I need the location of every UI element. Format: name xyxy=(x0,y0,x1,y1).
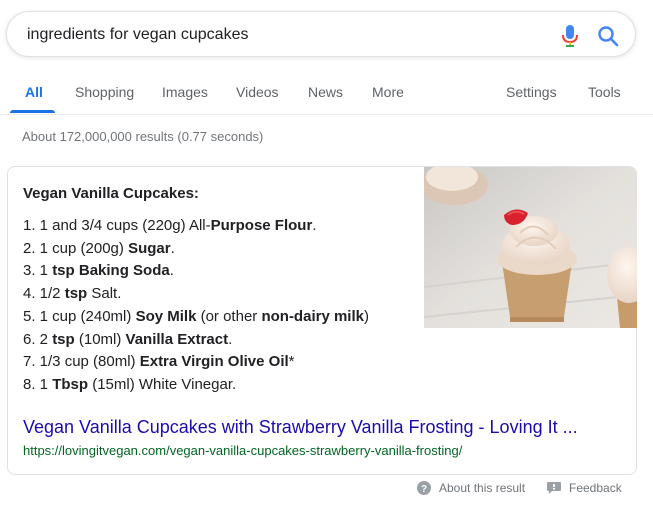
ingredient-text: 7. 1/3 cup (80ml) xyxy=(23,353,140,371)
ingredient-item: 1. 1 and 3/4 cups (220g) All-Purpose Flo… xyxy=(23,215,369,238)
result-title-link[interactable]: Vegan Vanilla Cupcakes with Strawberry V… xyxy=(23,417,578,438)
tab-shopping[interactable]: Shopping xyxy=(75,84,134,100)
ingredient-text: 2. 1 cup (200g) xyxy=(23,239,129,257)
ingredient-list: 1. 1 and 3/4 cups (220g) All-Purpose Flo… xyxy=(23,215,369,397)
tab-more[interactable]: More xyxy=(372,84,404,100)
ingredient-item: 4. 1/2 tsp Salt. xyxy=(23,283,369,306)
ingredient-text: (or other xyxy=(196,307,262,325)
ingredient-text: (10ml) xyxy=(74,330,126,348)
about-this-result[interactable]: ? About this result xyxy=(417,481,525,495)
tab-news[interactable]: News xyxy=(308,84,343,100)
ingredient-text: * xyxy=(288,353,295,371)
ingredient-text: . xyxy=(170,239,175,257)
feedback-link[interactable]: Feedback xyxy=(547,481,622,495)
ingredient-text: (15ml) White Vinegar. xyxy=(88,375,237,393)
ingredient-bold-text: tsp xyxy=(52,330,75,348)
ingredient-item: 7. 1/3 cup (80ml) Extra Virgin Olive Oil… xyxy=(23,351,369,374)
snippet-title: Vegan Vanilla Cupcakes: xyxy=(23,185,199,202)
mic-icon[interactable] xyxy=(560,24,580,48)
ingredient-text: 6. 2 xyxy=(23,330,53,348)
ingredient-item: 3. 1 tsp Baking Soda. xyxy=(23,260,369,283)
ingredient-item: 2. 1 cup (200g) Sugar. xyxy=(23,238,369,261)
ingredient-item: 8. 1 Tbsp (15ml) White Vinegar. xyxy=(23,374,369,397)
cupcake-photo[interactable] xyxy=(424,167,637,328)
ingredient-item: 5. 1 cup (240ml) Soy Milk (or other non-… xyxy=(23,306,369,329)
featured-snippet: Vegan Vanilla Cupcakes: 1. 1 and 3/4 cup… xyxy=(7,166,637,475)
active-tab-indicator xyxy=(10,110,55,113)
ingredient-text: . xyxy=(228,330,233,348)
ingredient-text: . xyxy=(312,217,317,234)
ingredient-text: 8. 1 xyxy=(23,375,53,393)
ingredient-text: 4. 1/2 xyxy=(23,285,65,303)
tab-all[interactable]: All xyxy=(25,84,43,100)
ingredient-bold-text: Purpose Flour xyxy=(210,217,313,234)
tab-videos[interactable]: Videos xyxy=(236,84,279,100)
about-label: About this result xyxy=(439,481,526,495)
help-icon: ? xyxy=(417,481,431,495)
ingredient-text: 3. 1 xyxy=(23,262,53,280)
ingredient-text: 5. 1 cup (240ml) xyxy=(23,307,136,325)
ingredient-item: 6. 2 tsp (10ml) Vanilla Extract. xyxy=(23,329,369,352)
ingredient-text: Salt. xyxy=(87,285,122,303)
ingredient-bold-text: Vanilla Extract xyxy=(125,330,229,348)
ingredient-bold-text: tsp Baking Soda xyxy=(52,262,170,280)
search-icon[interactable] xyxy=(597,25,619,47)
ingredient-bold-text: non-dairy milk xyxy=(261,307,364,325)
ingredient-bold-text: Extra Virgin Olive Oil xyxy=(139,353,289,371)
tab-tools[interactable]: Tools xyxy=(588,84,621,100)
ingredient-text: . xyxy=(169,262,174,280)
feedback-label: Feedback xyxy=(569,481,622,495)
ingredient-bold-text: Tbsp xyxy=(52,375,89,393)
search-tabs: All Shopping Images Videos News More Set… xyxy=(0,80,653,115)
result-stats: About 172,000,000 results (0.77 seconds) xyxy=(22,129,264,144)
svg-text:?: ? xyxy=(421,484,427,495)
ingredient-text: ) xyxy=(363,307,369,325)
ingredient-bold-text: Sugar xyxy=(128,239,171,257)
tab-images[interactable]: Images xyxy=(162,84,208,100)
ingredient-bold-text: Soy Milk xyxy=(135,307,197,325)
result-url[interactable]: https://lovingitvegan.com/vegan-vanilla-… xyxy=(23,443,462,458)
ingredient-text: 1. 1 and 3/4 cups (220g) All- xyxy=(23,217,211,234)
search-input[interactable] xyxy=(27,24,527,46)
feedback-icon xyxy=(547,482,561,494)
tab-settings[interactable]: Settings xyxy=(506,84,557,100)
search-bar[interactable] xyxy=(6,11,636,57)
ingredient-bold-text: tsp xyxy=(64,285,88,303)
